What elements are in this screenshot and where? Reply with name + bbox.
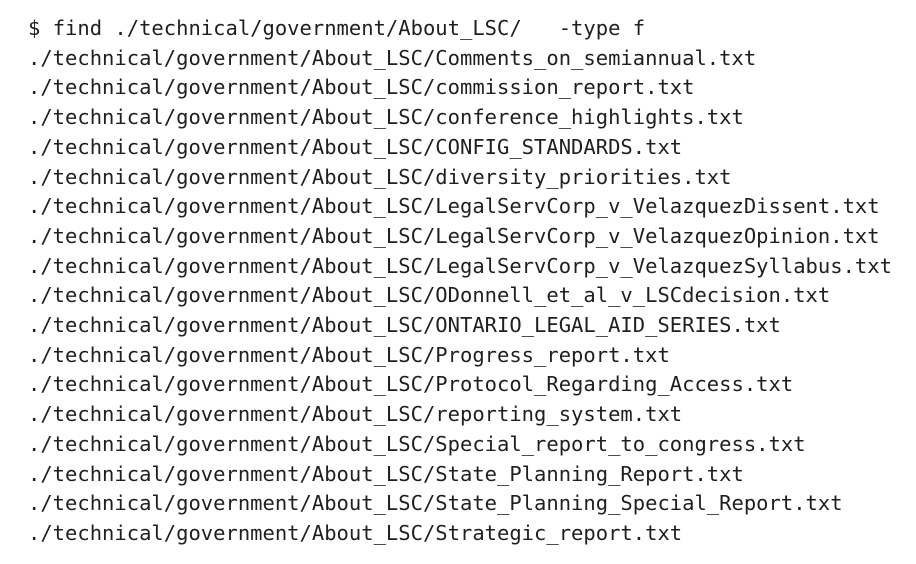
output-line: ./technical/government/About_LSC/CONFIG_… xyxy=(28,134,683,159)
output-line: ./technical/government/About_LSC/Special… xyxy=(28,431,806,456)
output-line: ./technical/government/About_LSC/ODonnel… xyxy=(28,283,831,308)
output-line: ./technical/government/About_LSC/Strateg… xyxy=(28,520,683,545)
output-line: ./technical/government/About_LSC/Comment… xyxy=(28,45,757,70)
output-line: ./technical/government/About_LSC/State_P… xyxy=(28,461,744,486)
output-line: ./technical/government/About_LSC/commiss… xyxy=(28,75,695,100)
command-line: $ find ./technical/government/About_LSC/… xyxy=(28,14,916,44)
output-line: ./technical/government/About_LSC/Protoco… xyxy=(28,372,794,397)
output-line: ./technical/government/About_LSC/LegalSe… xyxy=(28,194,880,219)
command-text: find ./technical/government/About_LSC/ -… xyxy=(52,16,646,40)
output-line: ./technical/government/About_LSC/LegalSe… xyxy=(28,223,880,248)
output-line: ./technical/government/About_LSC/confere… xyxy=(28,105,744,130)
output-line: ./technical/government/About_LSC/Progres… xyxy=(28,342,670,367)
output-line: ./technical/government/About_LSC/ONTARIO… xyxy=(28,313,781,338)
output-line: ./technical/government/About_LSC/State_P… xyxy=(28,491,843,516)
output-line: ./technical/government/About_LSC/diversi… xyxy=(28,164,732,189)
output-line: ./technical/government/About_LSC/reporti… xyxy=(28,402,683,427)
output-line: ./technical/government/About_LSC/LegalSe… xyxy=(28,253,892,278)
shell-prompt: $ xyxy=(28,16,41,40)
terminal-window[interactable]: $ find ./technical/government/About_LSC/… xyxy=(0,0,916,564)
